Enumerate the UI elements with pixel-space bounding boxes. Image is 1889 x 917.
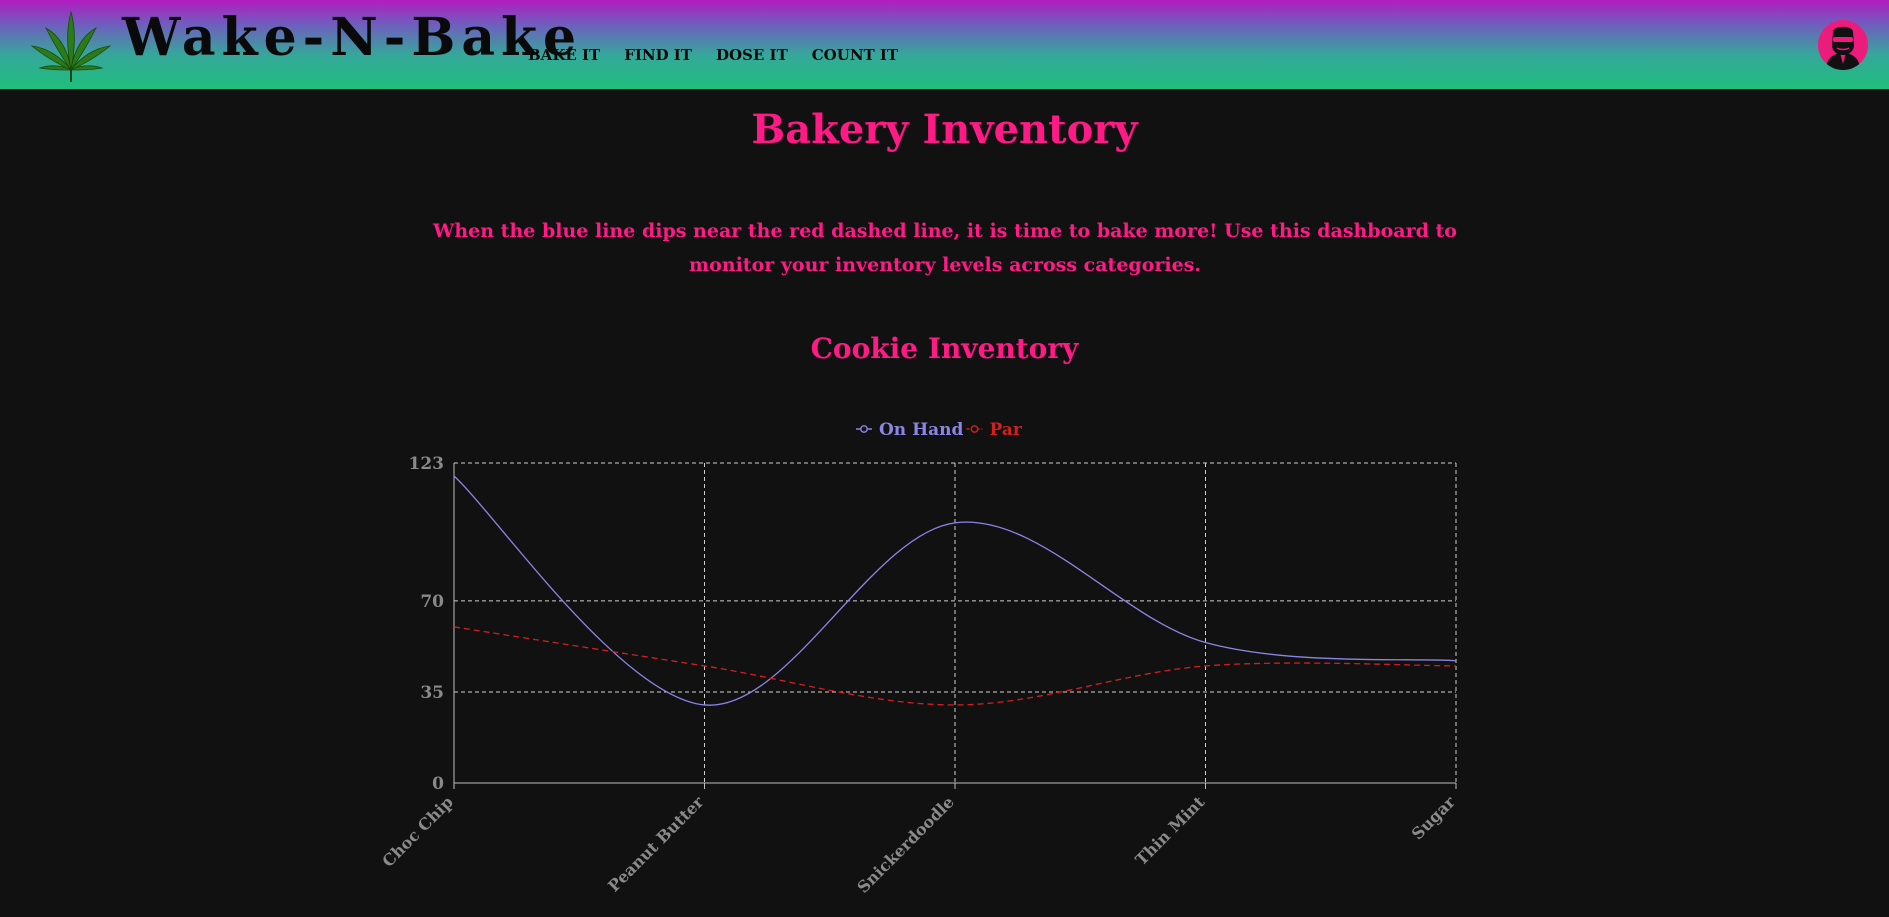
x-tick-label: Snickerdoodle <box>853 792 957 896</box>
legend-label: Par <box>990 420 1023 440</box>
nav-bake-it[interactable]: BAKE IT <box>528 48 600 63</box>
nav-dose-it[interactable]: DOSE IT <box>716 48 788 63</box>
nav-count-it[interactable]: COUNT IT <box>812 48 898 63</box>
inventory-chart: 0 35 70 123 Choc Chip Peanut Butter Snickerdoo… <box>0 400 1889 913</box>
y-tick-label: 70 <box>420 592 444 612</box>
page-title: Bakery Inventory <box>0 108 1889 152</box>
y-tick-label: 0 <box>432 774 444 794</box>
chart-title: Cookie Inventory <box>0 334 1889 365</box>
x-tick-label: Choc Chip <box>378 792 456 870</box>
top-header: Wake-N-Bake BAKE IT FIND IT DOSE IT COUN… <box>0 0 1889 89</box>
legend-marker-dot <box>971 426 977 432</box>
chart-svg: 0 35 70 123 Choc Chip Peanut Butter Snickerdoo… <box>0 400 1889 913</box>
x-tick-label: Sugar <box>1408 792 1459 843</box>
user-avatar-icon <box>1818 20 1868 70</box>
brand-title[interactable]: Wake-N-Bake <box>122 12 582 64</box>
user-avatar[interactable] <box>1818 20 1868 70</box>
cannabis-leaf-icon[interactable] <box>28 10 114 84</box>
legend-label: On Hand <box>879 420 964 440</box>
x-tick-label: Peanut Butter <box>604 792 708 896</box>
intro-text: When the blue line dips near the red das… <box>390 214 1500 282</box>
y-tick-label: 123 <box>409 454 445 474</box>
legend-marker-dot <box>861 426 867 432</box>
x-tick-label: Thin Mint <box>1132 792 1209 869</box>
y-tick-label: 35 <box>420 683 444 703</box>
main-nav: BAKE IT FIND IT DOSE IT COUNT IT <box>528 48 898 63</box>
nav-find-it[interactable]: FIND IT <box>624 48 692 63</box>
